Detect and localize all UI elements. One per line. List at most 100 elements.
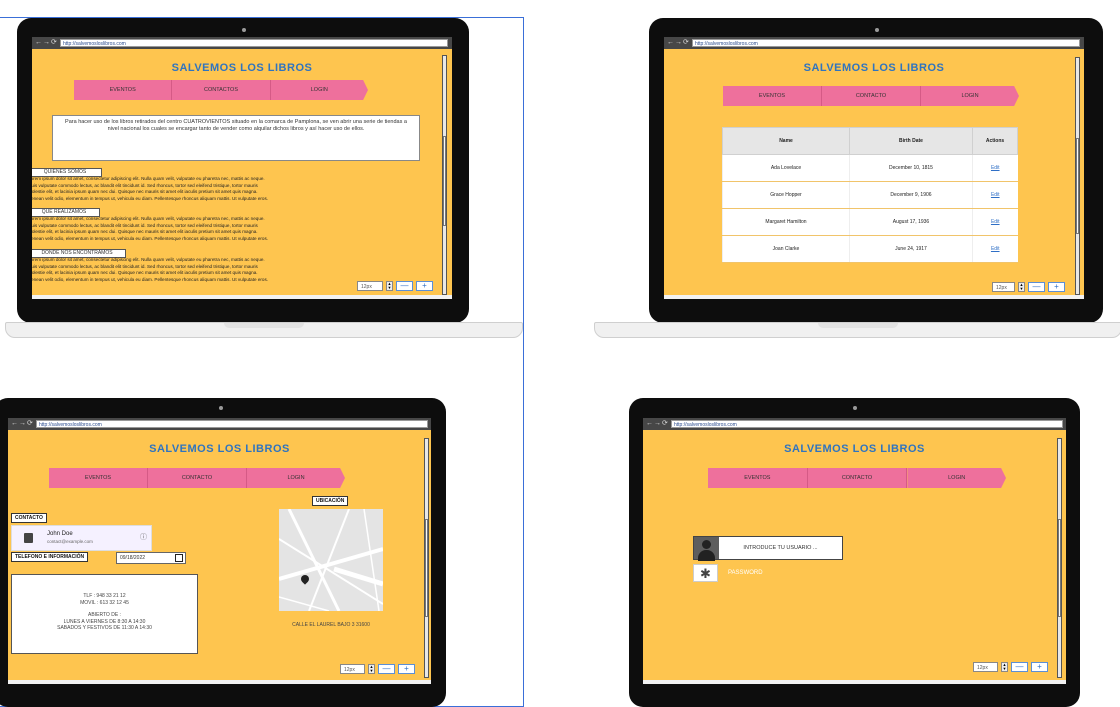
nav-tab-eventos[interactable]: EVENTOS: [723, 86, 822, 106]
zoom-control: 12px ▲ ▼ — +: [357, 281, 433, 291]
zoom-control: 12px ▲ ▼ — +: [340, 664, 415, 674]
vertical-scrollbar[interactable]: [442, 55, 447, 295]
vertical-scrollbar[interactable]: [424, 438, 429, 678]
contact-name: John Doe: [47, 531, 73, 537]
zoom-out-button[interactable]: —: [1028, 282, 1045, 292]
contact-card-icon: [24, 533, 33, 543]
nav-tab-eventos[interactable]: EVENTOS: [49, 468, 148, 488]
map-streets: [279, 509, 383, 611]
nav-bar: EVENTOS CONTACTO LOGIN: [49, 468, 345, 488]
vertical-scrollbar[interactable]: [1075, 57, 1080, 295]
asterisk-icon: ✱: [693, 564, 718, 582]
password-field[interactable]: ✱ PASSWORD: [693, 564, 843, 582]
url-bar[interactable]: http://salvemosloslibros.com: [36, 420, 428, 428]
calendar-icon[interactable]: [175, 554, 183, 562]
screen-1: ←→⟳ http://salvemosloslibros.com SALVEMO…: [32, 37, 452, 299]
screen-3: ←→⟳ http://salvemosloslibros.com SALVEMO…: [8, 418, 431, 684]
url-bar[interactable]: http://salvemosloslibros.com: [692, 39, 1080, 47]
page-title: SALVEMOS LOS LIBROS: [149, 443, 290, 455]
screen-4: ←→⟳ http://salvemosloslibros.com SALVEMO…: [643, 418, 1066, 684]
info-icon[interactable]: ⓘ: [140, 532, 147, 542]
edit-link[interactable]: Edit: [991, 192, 1000, 198]
vertical-scrollbar[interactable]: [1057, 438, 1062, 678]
scrollbar-thumb[interactable]: [1058, 519, 1061, 617]
nav-tab-login[interactable]: LOGIN: [921, 86, 1019, 106]
username-placeholder: INTRODUCE TU USUARIO ...: [743, 545, 818, 551]
table-row: Grace Hopper December 9, 1906 Edit: [722, 181, 1018, 209]
nav-tab-eventos[interactable]: EVENTOS: [74, 80, 173, 100]
cell-name: Joan Clarke: [722, 235, 850, 263]
cell-name: Margaret Hamilton: [722, 208, 850, 236]
scrollbar-thumb[interactable]: [443, 136, 446, 226]
browser-toolbar: ←→⟳ http://salvemosloslibros.com: [643, 418, 1066, 430]
zoom-spinner[interactable]: ▲ ▼: [1001, 662, 1008, 672]
location-label: UBICACIÓN: [312, 496, 349, 506]
cell-name: Grace Hopper: [722, 181, 850, 209]
cell-name: Ada Lovelace: [722, 154, 850, 182]
zoom-spinner[interactable]: ▲ ▼: [1018, 282, 1025, 292]
zoom-control: 12px ▲ ▼ — +: [992, 282, 1065, 292]
scrollbar-thumb[interactable]: [425, 519, 428, 617]
zoom-value[interactable]: 12px: [357, 281, 383, 291]
edit-link[interactable]: Edit: [991, 246, 1000, 252]
nav-tab-login[interactable]: LOGIN: [270, 80, 368, 100]
cell-birth-date: August 17, 1936: [849, 208, 973, 236]
nav-bar: EVENTOS CONTACTOS LOGIN: [74, 80, 368, 100]
zoom-out-button[interactable]: —: [378, 664, 395, 674]
password-placeholder: PASSWORD: [728, 570, 763, 576]
zoom-spinner[interactable]: ▲ ▼: [386, 281, 393, 291]
nav-tab-login[interactable]: LOGIN: [247, 468, 345, 488]
location-map[interactable]: [279, 509, 383, 611]
zoom-value[interactable]: 12px: [992, 282, 1015, 292]
status-bar: [8, 680, 431, 684]
cell-actions: Edit: [972, 154, 1018, 182]
cell-birth-date: December 10, 1815: [849, 154, 973, 182]
zoom-value[interactable]: 12px: [973, 662, 998, 672]
status-bar: [664, 295, 1084, 299]
zoom-out-button[interactable]: —: [396, 281, 413, 291]
zoom-in-button[interactable]: +: [1048, 282, 1065, 292]
edit-link[interactable]: Edit: [991, 165, 1000, 171]
nav-tab-contacto[interactable]: CONTACTO: [807, 468, 908, 488]
zoom-out-button[interactable]: —: [1011, 662, 1028, 672]
nav-tab-login[interactable]: LOGIN: [907, 468, 1007, 488]
column-header-name[interactable]: Name: [722, 127, 850, 155]
user-silhouette-icon: [694, 537, 719, 561]
contact-card[interactable]: John Doe contact@example.com ⓘ: [11, 525, 152, 551]
username-field[interactable]: INTRODUCE TU USUARIO ...: [693, 536, 843, 561]
nav-tab-contacto[interactable]: CONTACTO: [148, 468, 247, 488]
nav-tab-contactos[interactable]: CONTACTOS: [172, 80, 271, 100]
contact-email: contact@example.com: [47, 539, 93, 544]
cell-actions: Edit: [972, 235, 1018, 263]
table-row: Joan Clarke June 24, 1917 Edit: [722, 235, 1018, 263]
screen-2: ←→⟳ http://salvemosloslibros.com SALVEMO…: [664, 37, 1084, 299]
page-title: SALVEMOS LOS LIBROS: [784, 443, 925, 455]
url-bar[interactable]: http://salvemosloslibros.com: [60, 39, 448, 47]
page-title: SALVEMOS LOS LIBROS: [803, 62, 945, 74]
nav-bar: EVENTOS CONTACTO LOGIN: [708, 468, 1007, 488]
zoom-spinner[interactable]: ▲ ▼: [368, 664, 375, 674]
browser-nav-icons[interactable]: ←→⟳: [11, 420, 34, 428]
intro-text: Para hacer uso de los libros retirados d…: [52, 115, 420, 161]
zoom-in-button[interactable]: +: [416, 281, 433, 291]
edit-link[interactable]: Edit: [991, 219, 1000, 225]
nav-tab-eventos[interactable]: EVENTOS: [708, 468, 808, 488]
nav-bar: EVENTOS CONTACTO LOGIN: [723, 86, 1019, 106]
users-table: Name Birth Date Actions Ada Lovelace Dec…: [722, 127, 1018, 263]
scrollbar-thumb[interactable]: [1076, 138, 1079, 234]
url-bar[interactable]: http://salvemosloslibros.com: [671, 420, 1063, 428]
zoom-control: 12px ▲ ▼ — +: [973, 662, 1048, 672]
zoom-in-button[interactable]: +: [1031, 662, 1048, 672]
nav-tab-contacto[interactable]: CONTACTO: [822, 86, 921, 106]
info-line: SABADOS Y FESTIVOS DE 11:30 A 14:30: [57, 625, 152, 631]
browser-nav-icons[interactable]: ←→⟳: [667, 39, 690, 47]
cell-birth-date: December 9, 1906: [849, 181, 973, 209]
browser-nav-icons[interactable]: ←→⟳: [646, 420, 669, 428]
address-text: CALLE EL LAUREL BAJO 3 31600: [292, 622, 370, 628]
zoom-in-button[interactable]: +: [398, 664, 415, 674]
browser-nav-icons[interactable]: ←→⟳: [35, 39, 58, 47]
table-row: Margaret Hamilton August 17, 1936 Edit: [722, 208, 1018, 236]
zoom-value[interactable]: 12px: [340, 664, 365, 674]
column-header-birth-date[interactable]: Birth Date: [849, 127, 973, 155]
page-title: SALVEMOS LOS LIBROS: [171, 62, 313, 74]
